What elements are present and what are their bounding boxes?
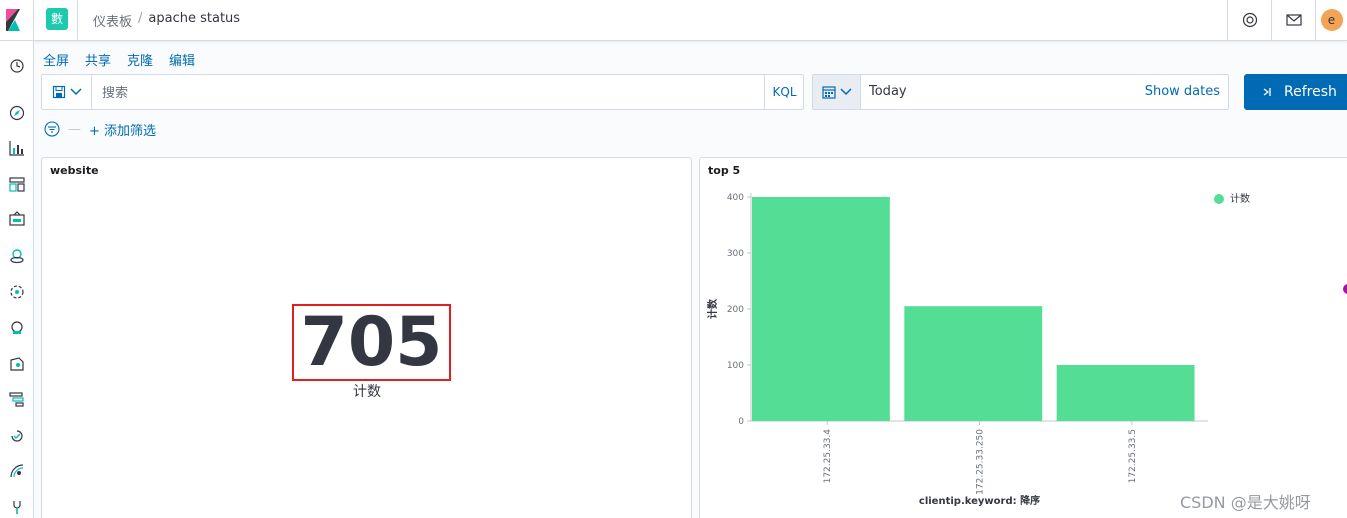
query-language-button[interactable]: KQL [764,75,804,109]
x-tick-label: 172.25.33.5 [1128,429,1138,483]
recently-viewed-button[interactable] [4,53,30,79]
nav-machine-learning[interactable] [4,279,30,305]
metric-highlight-box: 705 [292,304,451,381]
bar [1056,365,1195,421]
nav-infrastructure[interactable] [4,315,30,341]
canvas-icon [9,211,25,226]
help-icon [1242,12,1257,28]
add-filter-button[interactable]: + 添加筛选 [89,120,156,139]
infrastructure-icon [11,321,23,334]
kibana-dashboard: 數 仪表板 / apache status e 全屏 共享 克隆 编辑 搜索 K… [0,0,1347,518]
nav-dashboard[interactable] [4,171,30,197]
share-link[interactable]: 共享 [85,50,111,69]
metric-label: 计数 [353,384,381,400]
watermark: CSDN @是大姚呀 [1180,493,1311,512]
refresh-label: Refresh [1284,84,1337,100]
panel-top5: top 5 0 100 200 300 400 计数 172.25.33.4 172.25.3… [699,157,1347,518]
sidebar [0,41,34,518]
panel-resize-indicator [1343,284,1347,294]
filter-separator: — [68,121,81,137]
panel-title: website [50,164,99,177]
clock-icon [10,59,24,73]
bar [752,197,890,421]
y-axis-label: 计数 [706,298,719,319]
fullscreen-link[interactable]: 全屏 [43,50,69,69]
space-avatar: 數 [46,8,68,30]
devtools-icon [13,501,21,514]
nav-apm[interactable] [4,386,30,412]
nav-visualize[interactable] [4,135,30,161]
space-selector[interactable]: 數 [34,0,78,40]
discover-icon [9,105,25,121]
user-avatar: e [1320,9,1343,31]
user-menu-button[interactable]: e [1315,0,1347,40]
monitoring-icon [10,464,24,478]
refresh-button[interactable]: Refresh [1244,74,1347,110]
date-picker: Today Show dates [812,74,1229,110]
x-tick-label: 172.25.33.4 [823,429,833,484]
breadcrumb-dashboards[interactable]: 仪表板 [93,11,132,30]
metric-value: 705 [300,303,443,382]
nav-monitoring[interactable] [4,458,30,484]
date-range-value[interactable]: Today [869,84,907,99]
newsfeed-button[interactable] [1271,0,1315,40]
query-bar: KQL [41,74,804,110]
nav-canvas[interactable] [4,206,30,232]
nav-logs[interactable] [4,351,30,377]
y-tick-label: 400 [727,193,744,203]
bar-chart: 0 100 200 300 400 计数 172.25.33.4 172.25.33.250 1… [706,192,1250,507]
filter-bar: — + 添加筛选 [44,119,156,139]
calendar-icon [821,86,836,99]
top-nav-menu: 全屏 共享 克隆 编辑 [43,50,195,69]
search-input[interactable] [92,75,764,109]
y-tick-label: 300 [727,249,744,259]
apm-icon [9,392,24,407]
bar [904,306,1043,421]
panel-website: website 705 计数 [41,157,692,518]
uptime-icon [11,430,23,442]
logs-icon [10,357,24,371]
saved-query-button[interactable] [42,75,92,109]
save-icon [52,85,65,99]
show-dates-link[interactable]: Show dates [1145,84,1220,99]
clone-link[interactable]: 克隆 [127,50,153,69]
breadcrumb-current: apache status [148,11,241,26]
y-tick-label: 200 [727,305,744,315]
breadcrumb: 仪表板 / apache status [93,11,240,30]
y-tick-label: 0 [738,417,744,427]
nav-uptime[interactable] [4,423,30,449]
nav-dev-tools[interactable] [4,494,30,518]
y-tick-label: 100 [727,361,744,371]
x-axis-label: clientip.keyword: 降序 [919,494,1040,507]
header: 數 仪表板 / apache status e [0,0,1347,41]
kibana-logo[interactable] [0,0,34,40]
legend-label: 计数 [1230,192,1250,205]
nav-discover[interactable] [4,100,30,126]
nav-maps[interactable] [4,243,30,269]
edit-link[interactable]: 编辑 [169,50,195,69]
chevron-down-icon [839,88,852,96]
breadcrumb-separator: / [138,11,143,26]
mail-icon [1285,14,1302,26]
quick-select-button[interactable] [813,75,861,109]
x-tick-label: 172.25.33.250 [976,429,986,495]
maps-icon [10,249,24,264]
refresh-icon [1263,88,1271,96]
legend-swatch [1214,194,1224,204]
chevron-down-icon [69,88,82,96]
ml-icon [10,285,24,299]
help-button[interactable] [1227,0,1271,40]
dashboard-icon [9,177,25,192]
kibana-logo-icon [6,9,20,31]
filter-options-icon[interactable] [44,121,60,137]
visualize-icon [9,141,24,156]
